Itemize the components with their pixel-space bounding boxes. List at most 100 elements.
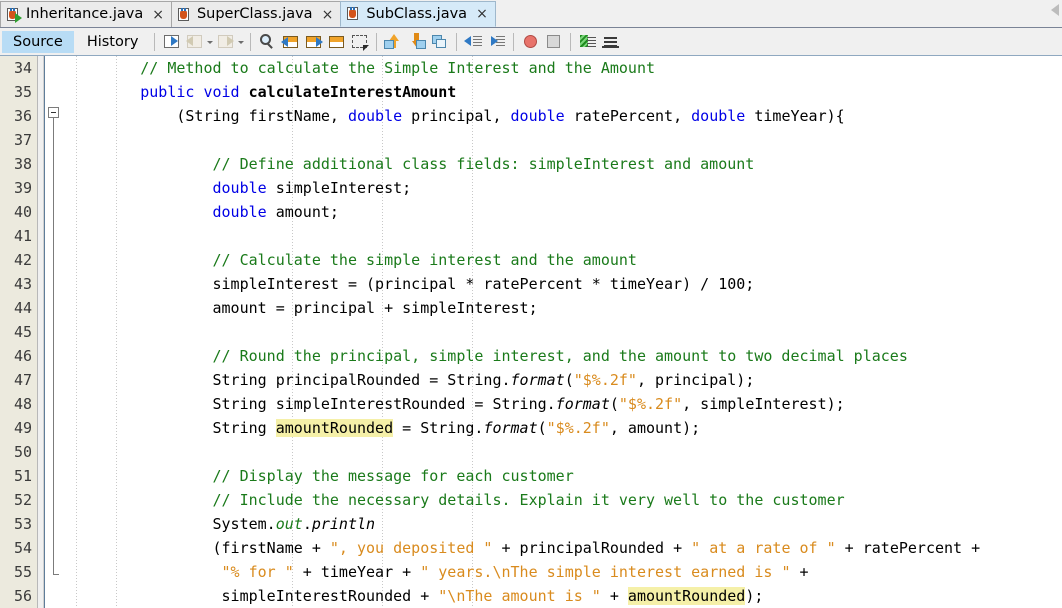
back-icon[interactable] <box>184 31 205 52</box>
line-number-gutter: 34 35 36 37 38 39 40 41 42 43 44 45 46 47 48 49 50 51 52 53… <box>0 56 38 608</box>
line-number: 35 <box>13 83 32 101</box>
line-number: 37 <box>13 131 32 149</box>
last-edit-icon[interactable] <box>161 31 182 52</box>
stop-macro-recording-icon[interactable] <box>543 31 564 52</box>
line-number: 42 <box>13 251 32 269</box>
editor-tab-close-icon[interactable]: × <box>322 8 334 22</box>
line-number: 38 <box>13 155 32 173</box>
code-line[interactable]: // Calculate the simple interest and the… <box>66 248 1062 272</box>
uncomment-icon[interactable] <box>600 31 621 52</box>
code-line[interactable]: public void calculateInterestAmount <box>66 80 1062 104</box>
code-line[interactable]: System.out.println <box>66 512 1062 536</box>
code-line[interactable] <box>66 320 1062 344</box>
code-line[interactable]: String principalRounded = String.format(… <box>66 368 1062 392</box>
fold-toggle-icon[interactable] <box>48 107 59 118</box>
code-line[interactable] <box>66 128 1062 152</box>
next-bookmark-icon[interactable] <box>303 31 324 52</box>
fold-range-end <box>53 574 59 575</box>
forward-icon[interactable] <box>215 31 236 52</box>
netbeans-java-editor-window: Inheritance.java × SuperClass.java × Sub… <box>0 0 1062 608</box>
java-run-file-icon <box>7 7 22 23</box>
tab-source[interactable]: Source <box>2 30 74 53</box>
toolbar-group-errors <box>382 31 451 52</box>
line-number: 50 <box>13 443 32 461</box>
editor-toolbar: Source History <box>0 28 1062 56</box>
code-line[interactable]: // Method to calculate the Simple Intere… <box>66 56 1062 80</box>
code-line[interactable]: // Include the necessary details. Explai… <box>66 488 1062 512</box>
code-line[interactable]: amount = principal + simpleInterest; <box>66 296 1062 320</box>
toolbar-group-comment <box>576 31 622 52</box>
line-number: 52 <box>13 491 32 509</box>
editor-tab-subclass[interactable]: SubClass.java × <box>340 1 496 27</box>
editor-tab-superclass[interactable]: SuperClass.java × <box>170 1 342 27</box>
toggle-highlight-occurrences-icon[interactable] <box>429 31 450 52</box>
toolbar-group-shift <box>462 31 508 52</box>
code-line[interactable]: simpleInterest = (principal * ratePercen… <box>66 272 1062 296</box>
line-number: 45 <box>13 323 32 341</box>
toolbar-divider <box>250 32 252 51</box>
left-triangle-icon[interactable] <box>1051 4 1059 16</box>
line-number: 46 <box>13 347 32 365</box>
toolbar-divider <box>154 32 156 51</box>
java-file-icon <box>347 6 361 22</box>
shift-line-left-icon[interactable] <box>463 31 484 52</box>
line-number: 41 <box>13 227 32 245</box>
line-number: 48 <box>13 395 32 413</box>
code-line[interactable]: // Display the message for each customer <box>66 464 1062 488</box>
find-selection-icon[interactable] <box>257 31 278 52</box>
shift-line-right-icon[interactable] <box>486 31 507 52</box>
toolbar-divider <box>376 32 378 51</box>
forward-dropdown-icon[interactable] <box>237 31 245 52</box>
line-number: 49 <box>13 419 32 437</box>
code-line[interactable]: double amount; <box>66 200 1062 224</box>
code-text-area[interactable]: // Method to calculate the Simple Intere… <box>66 56 1062 608</box>
editor-tab-close-icon[interactable]: × <box>476 7 488 21</box>
code-line[interactable]: // Round the principal, simple interest,… <box>66 344 1062 368</box>
next-error-icon[interactable] <box>406 31 427 52</box>
editor-tab-inheritance[interactable]: Inheritance.java × <box>0 1 172 27</box>
line-number: 53 <box>13 515 32 533</box>
outer-fold-line <box>44 56 45 608</box>
line-number: 34 <box>13 59 32 77</box>
line-number: 40 <box>13 203 32 221</box>
code-line[interactable]: "% for " + timeYear + " years.\nThe simp… <box>66 560 1062 584</box>
toggle-rectangular-selection-icon[interactable] <box>349 31 370 52</box>
code-line[interactable]: (String firstName, double principal, dou… <box>66 104 1062 128</box>
code-line[interactable]: (firstName + ", you deposited " + princi… <box>66 536 1062 560</box>
editor-tab-label: SuperClass.java <box>196 6 313 23</box>
code-line[interactable]: // Define additional class fields: simpl… <box>66 152 1062 176</box>
line-number: 39 <box>13 179 32 197</box>
line-number: 51 <box>13 467 32 485</box>
back-dropdown-icon[interactable] <box>206 31 214 52</box>
code-line[interactable] <box>66 224 1062 248</box>
line-number: 43 <box>13 275 32 293</box>
line-number: 56 <box>13 587 32 605</box>
code-line[interactable] <box>66 440 1062 464</box>
previous-error-icon[interactable] <box>383 31 404 52</box>
code-fold-column[interactable] <box>44 56 66 608</box>
editor-tab-close-icon[interactable]: × <box>152 8 164 22</box>
editor-tab-label: SubClass.java <box>366 5 468 22</box>
line-number: 44 <box>13 299 32 317</box>
previous-bookmark-icon[interactable] <box>280 31 301 52</box>
code-line[interactable]: String simpleInterestRounded = String.fo… <box>66 392 1062 416</box>
line-number: 55 <box>13 563 32 581</box>
code-editor[interactable]: 34 35 36 37 38 39 40 41 42 43 44 45 46 47 48 49 50 51 52 53… <box>0 56 1062 608</box>
editor-tab-bar: Inheritance.java × SuperClass.java × Sub… <box>0 0 1062 28</box>
start-macro-recording-icon[interactable] <box>520 31 541 52</box>
toolbar-group-bookmarks <box>256 31 371 52</box>
toolbar-divider <box>570 32 572 51</box>
comment-icon[interactable] <box>577 31 598 52</box>
java-file-icon <box>177 7 192 23</box>
toggle-bookmark-icon[interactable] <box>326 31 347 52</box>
code-line[interactable]: String amountRounded = String.format("$%… <box>66 416 1062 440</box>
toolbar-group-macro <box>519 31 565 52</box>
line-number: 54 <box>13 539 32 557</box>
fold-range-line <box>53 118 54 574</box>
editor-tab-label: Inheritance.java <box>26 6 144 23</box>
toolbar-divider <box>456 32 458 51</box>
code-line[interactable]: double simpleInterest; <box>66 176 1062 200</box>
code-line[interactable]: simpleInterestRounded + "\nThe amount is… <box>66 584 1062 608</box>
tab-history[interactable]: History <box>76 31 150 53</box>
toolbar-divider <box>513 32 515 51</box>
